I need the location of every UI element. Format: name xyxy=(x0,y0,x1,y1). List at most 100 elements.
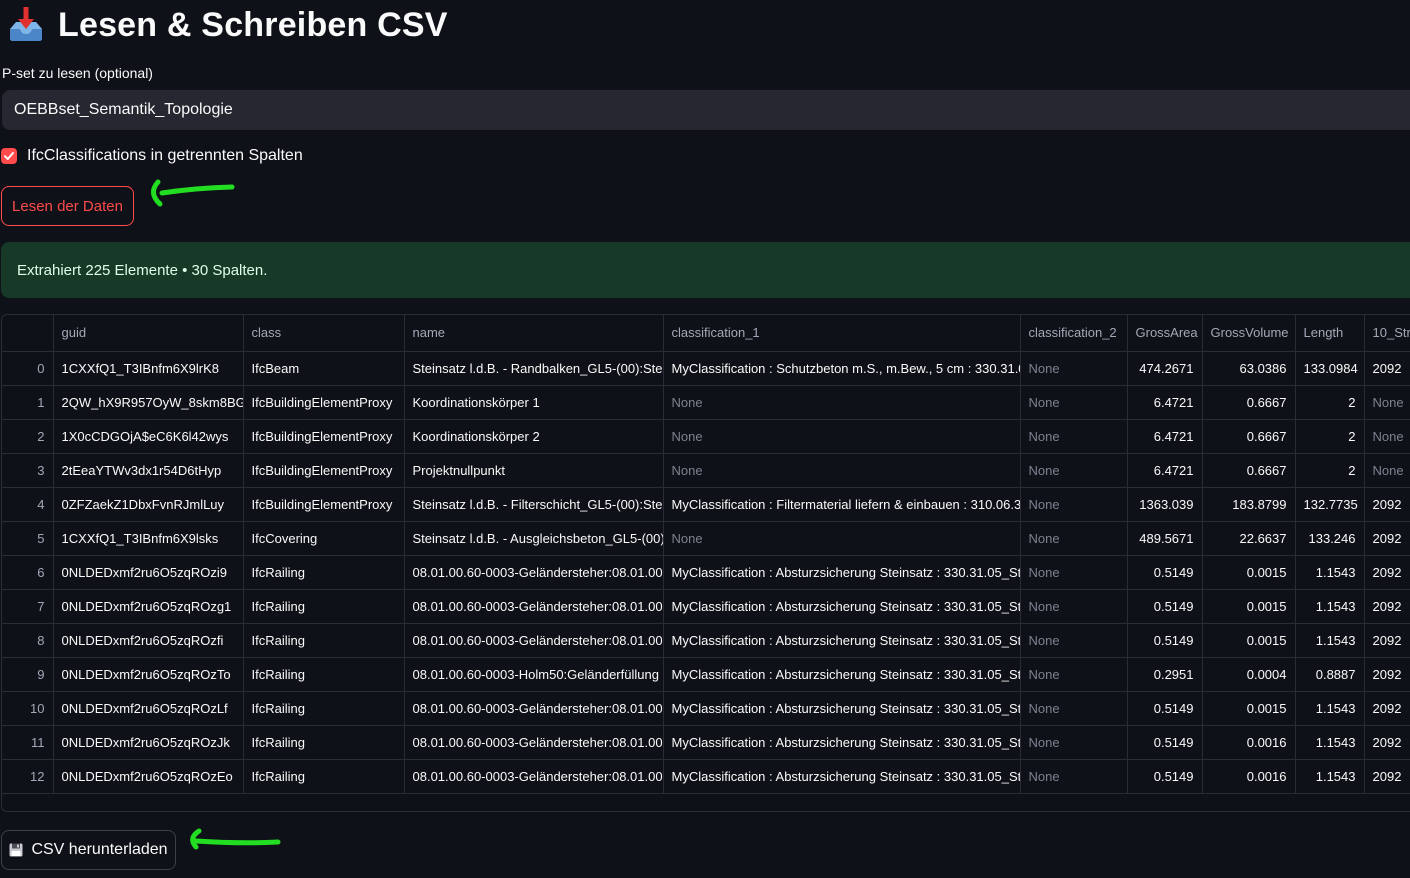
table-cell[interactable]: 1.1543 xyxy=(1295,623,1365,658)
column-header-grossarea[interactable]: GrossArea xyxy=(1127,315,1203,352)
table-cell[interactable]: MyClassification : Absturzsicherung Stei… xyxy=(663,657,1021,692)
row-index-cell[interactable]: 5 xyxy=(2,521,54,556)
table-cell[interactable]: MyClassification : Absturzsicherung Stei… xyxy=(663,691,1021,726)
data-table[interactable]: guid class name classification_1 classificat… xyxy=(1,314,1410,812)
table-cell[interactable]: IfcCovering xyxy=(243,521,405,556)
table-cell[interactable]: 0.5149 xyxy=(1127,555,1203,590)
table-cell[interactable]: 0NLDEDxmf2ru6O5zqROzTo xyxy=(53,657,244,692)
table-cell[interactable]: MyClassification : Absturzsicherung Stei… xyxy=(663,623,1021,658)
row-index-cell[interactable]: 9 xyxy=(2,657,54,692)
table-cell[interactable]: 6.4721 xyxy=(1127,453,1203,488)
table-cell[interactable]: None xyxy=(1020,487,1128,522)
table-cell[interactable]: None xyxy=(1364,419,1410,454)
table-cell[interactable]: 2092 xyxy=(1364,725,1410,760)
table-cell[interactable]: None xyxy=(663,385,1021,420)
classification-columns-checkbox[interactable]: IfcClassifications in getrennten Spalten xyxy=(1,147,303,165)
table-row[interactable]: 4 0ZFZaekZ1DbxFvnRJmlLuy IfcBuildingElemen… xyxy=(2,487,1410,522)
table-cell[interactable]: 0.0015 xyxy=(1202,691,1296,726)
column-header-classification-1[interactable]: classification_1 xyxy=(663,315,1021,352)
table-cell[interactable]: None xyxy=(663,419,1021,454)
column-header-length[interactable]: Length xyxy=(1295,315,1365,352)
table-cell[interactable]: 2tEeaYTWv3dx1r54D6tHyp xyxy=(53,453,244,488)
table-cell[interactable]: 0.0004 xyxy=(1202,657,1296,692)
table-cell[interactable]: Koordinationskörper 1 xyxy=(404,385,664,420)
table-cell[interactable]: IfcBuildingElementProxy xyxy=(243,487,405,522)
table-cell[interactable]: 0.0016 xyxy=(1202,725,1296,760)
row-index-cell[interactable]: 7 xyxy=(2,589,54,624)
table-cell[interactable]: None xyxy=(1020,589,1128,624)
table-cell[interactable]: 0.6667 xyxy=(1202,453,1296,488)
table-cell[interactable]: None xyxy=(1020,351,1128,386)
table-cell[interactable]: None xyxy=(663,453,1021,488)
table-row[interactable]: 2 1X0cCDGOjA$eC6K6l42wys IfcBuildingElemen… xyxy=(2,419,1410,454)
table-cell[interactable]: None xyxy=(663,521,1021,556)
table-cell[interactable]: 08.01.00.60-0003-Geländersteher:08.01.00… xyxy=(404,589,664,624)
table-cell[interactable]: 1X0cCDGOjA$eC6K6l42wys xyxy=(53,419,244,454)
table-cell[interactable]: IfcRailing xyxy=(243,657,405,692)
read-data-button[interactable]: Lesen der Daten xyxy=(1,186,134,226)
table-cell[interactable]: 1CXXfQ1_T3IBnfm6X9lrK8 xyxy=(53,351,244,386)
table-cell[interactable]: 2 xyxy=(1295,453,1365,488)
table-cell[interactable]: MyClassification : Schutzbeton m.S., m.B… xyxy=(663,351,1021,386)
table-cell[interactable]: 2092 xyxy=(1364,691,1410,726)
table-cell[interactable]: 0.0015 xyxy=(1202,589,1296,624)
table-cell[interactable]: 489.5671 xyxy=(1127,521,1203,556)
table-cell[interactable]: None xyxy=(1364,385,1410,420)
column-header-classification-2[interactable]: classification_2 xyxy=(1020,315,1128,352)
table-cell[interactable]: 2092 xyxy=(1364,623,1410,658)
table-cell[interactable]: None xyxy=(1020,453,1128,488)
table-cell[interactable]: 2092 xyxy=(1364,657,1410,692)
table-cell[interactable]: 0.0016 xyxy=(1202,759,1296,794)
table-row[interactable]: 1 2QW_hX9R957OyW_8skm8BG IfcBuildingElemen… xyxy=(2,385,1410,420)
table-cell[interactable]: 08.01.00.60-0003-Holm50:Geländerfüllung xyxy=(404,657,664,692)
row-index-cell[interactable]: 8 xyxy=(2,623,54,658)
column-header-10-str[interactable]: 10_Str xyxy=(1364,315,1410,352)
table-cell[interactable]: Steinsatz l.d.B. - Ausgleichsbeton_GL5-(… xyxy=(404,521,664,556)
table-cell[interactable]: IfcRailing xyxy=(243,589,405,624)
table-cell[interactable]: 0.6667 xyxy=(1202,419,1296,454)
table-row[interactable]: 5 1CXXfQ1_T3IBnfm6X9lsks IfcCovering Steins… xyxy=(2,521,1410,556)
table-cell[interactable]: MyClassification : Absturzsicherung Stei… xyxy=(663,589,1021,624)
table-cell[interactable]: 1.1543 xyxy=(1295,725,1365,760)
table-row[interactable]: 11 0NLDEDxmf2ru6O5zqROzJk IfcRailing 08.01.… xyxy=(2,725,1410,760)
row-index-cell[interactable]: 3 xyxy=(2,453,54,488)
table-cell[interactable]: 08.01.00.60-0003-Geländersteher:08.01.00… xyxy=(404,691,664,726)
table-cell[interactable]: 63.0386 xyxy=(1202,351,1296,386)
table-cell[interactable]: 2 xyxy=(1295,419,1365,454)
table-cell[interactable]: 0ZFZaekZ1DbxFvnRJmlLuy xyxy=(53,487,244,522)
row-index-cell[interactable]: 4 xyxy=(2,487,54,522)
table-cell[interactable]: 132.7735 xyxy=(1295,487,1365,522)
column-header-index[interactable] xyxy=(2,315,54,352)
table-cell[interactable]: 1.1543 xyxy=(1295,691,1365,726)
row-index-cell[interactable]: 10 xyxy=(2,691,54,726)
row-index-cell[interactable]: 6 xyxy=(2,555,54,590)
table-cell[interactable]: 08.01.00.60-0003-Geländersteher:08.01.00… xyxy=(404,759,664,794)
table-cell[interactable]: 133.246 xyxy=(1295,521,1365,556)
table-cell[interactable]: 183.8799 xyxy=(1202,487,1296,522)
table-cell[interactable]: Steinsatz l.d.B. - Randbalken_GL5-(00):S… xyxy=(404,351,664,386)
table-cell[interactable]: 6.4721 xyxy=(1127,419,1203,454)
table-cell[interactable]: 0.0015 xyxy=(1202,555,1296,590)
table-cell[interactable]: 474.2671 xyxy=(1127,351,1203,386)
table-cell[interactable]: None xyxy=(1364,453,1410,488)
column-header-name[interactable]: name xyxy=(404,315,664,352)
table-cell[interactable]: IfcBeam xyxy=(243,351,405,386)
table-cell[interactable]: 08.01.00.60-0003-Geländersteher:08.01.00… xyxy=(404,555,664,590)
row-index-cell[interactable]: 2 xyxy=(2,419,54,454)
table-cell[interactable]: 2092 xyxy=(1364,351,1410,386)
table-cell[interactable]: IfcRailing xyxy=(243,691,405,726)
table-cell[interactable]: Koordinationskörper 2 xyxy=(404,419,664,454)
table-cell[interactable]: 0NLDEDxmf2ru6O5zqROzJk xyxy=(53,725,244,760)
table-cell[interactable]: 6.4721 xyxy=(1127,385,1203,420)
table-cell[interactable]: MyClassification : Absturzsicherung Stei… xyxy=(663,725,1021,760)
table-cell[interactable]: 2 xyxy=(1295,385,1365,420)
table-cell[interactable]: 0.6667 xyxy=(1202,385,1296,420)
table-row[interactable]: 6 0NLDEDxmf2ru6O5zqROzi9 IfcRailing 08.01.0… xyxy=(2,555,1410,590)
table-cell[interactable]: IfcBuildingElementProxy xyxy=(243,419,405,454)
download-csv-button[interactable]: CSV herunterladen xyxy=(1,830,176,870)
table-cell[interactable]: 1.1543 xyxy=(1295,589,1365,624)
table-cell[interactable]: 1CXXfQ1_T3IBnfm6X9lsks xyxy=(53,521,244,556)
table-cell[interactable]: 0.5149 xyxy=(1127,623,1203,658)
table-cell[interactable]: None xyxy=(1020,555,1128,590)
table-cell[interactable]: 0.2951 xyxy=(1127,657,1203,692)
